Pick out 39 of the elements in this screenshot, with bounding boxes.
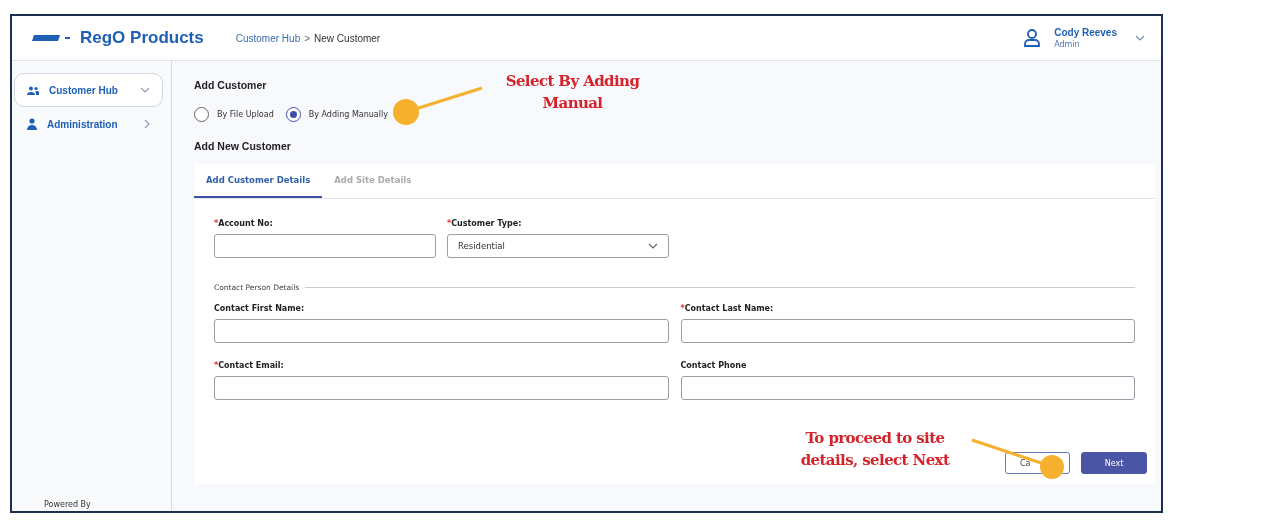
input-field[interactable]	[680, 376, 1135, 400]
breadcrumb-link[interactable]: Customer Hub	[235, 32, 301, 44]
section-title: Add New Customer	[194, 140, 291, 152]
input-field[interactable]	[214, 376, 669, 400]
breadcrumb-separator: >	[304, 32, 311, 44]
logo-icon	[32, 34, 72, 42]
input-field[interactable]	[214, 319, 669, 343]
tab[interactable]: Add Customer Details	[194, 164, 323, 198]
powered-by-text: Powered By	[43, 500, 92, 510]
users-icon	[27, 85, 39, 95]
user-role: Admin	[1054, 40, 1081, 49]
field-label: *Contact Last Name:	[680, 304, 775, 313]
select-field[interactable]: Residential	[447, 234, 669, 258]
field-label: *Customer Type:	[447, 219, 523, 228]
sidebar-item[interactable]: Customer Hub	[14, 73, 163, 107]
chevron-down-icon[interactable]	[1135, 35, 1145, 41]
radio-button[interactable]	[285, 107, 301, 122]
section-title: Add Customer	[194, 79, 267, 91]
field-label: *Contact Email:	[214, 361, 285, 370]
field-label: *Account No:	[214, 219, 274, 228]
callout-text: To proceed to site details, select Next	[799, 428, 951, 471]
app-title: RegO Products	[80, 28, 204, 48]
input-field[interactable]	[214, 234, 436, 258]
field-label: Contact Phone	[680, 361, 748, 370]
chevron-right-icon	[144, 119, 150, 129]
field-label: Contact First Name:	[214, 304, 306, 313]
user-name: Cody Reeves	[1054, 27, 1117, 38]
user-icon[interactable]	[1022, 28, 1043, 48]
breadcrumb-text: New Customer	[314, 32, 381, 44]
radio-button[interactable]	[194, 107, 209, 122]
callout-text: Select By Adding Manual	[504, 71, 641, 114]
chevron-down-icon	[648, 243, 658, 249]
radio-label[interactable]: By File Upload	[217, 110, 274, 119]
input-field[interactable]	[680, 319, 1135, 343]
radio-label[interactable]: By Adding Manually	[308, 110, 388, 119]
next-button[interactable]: Next	[1081, 452, 1147, 474]
chevron-down-icon	[140, 87, 150, 93]
user-icon	[27, 118, 37, 130]
sidebar-item[interactable]: Administration	[14, 107, 163, 141]
